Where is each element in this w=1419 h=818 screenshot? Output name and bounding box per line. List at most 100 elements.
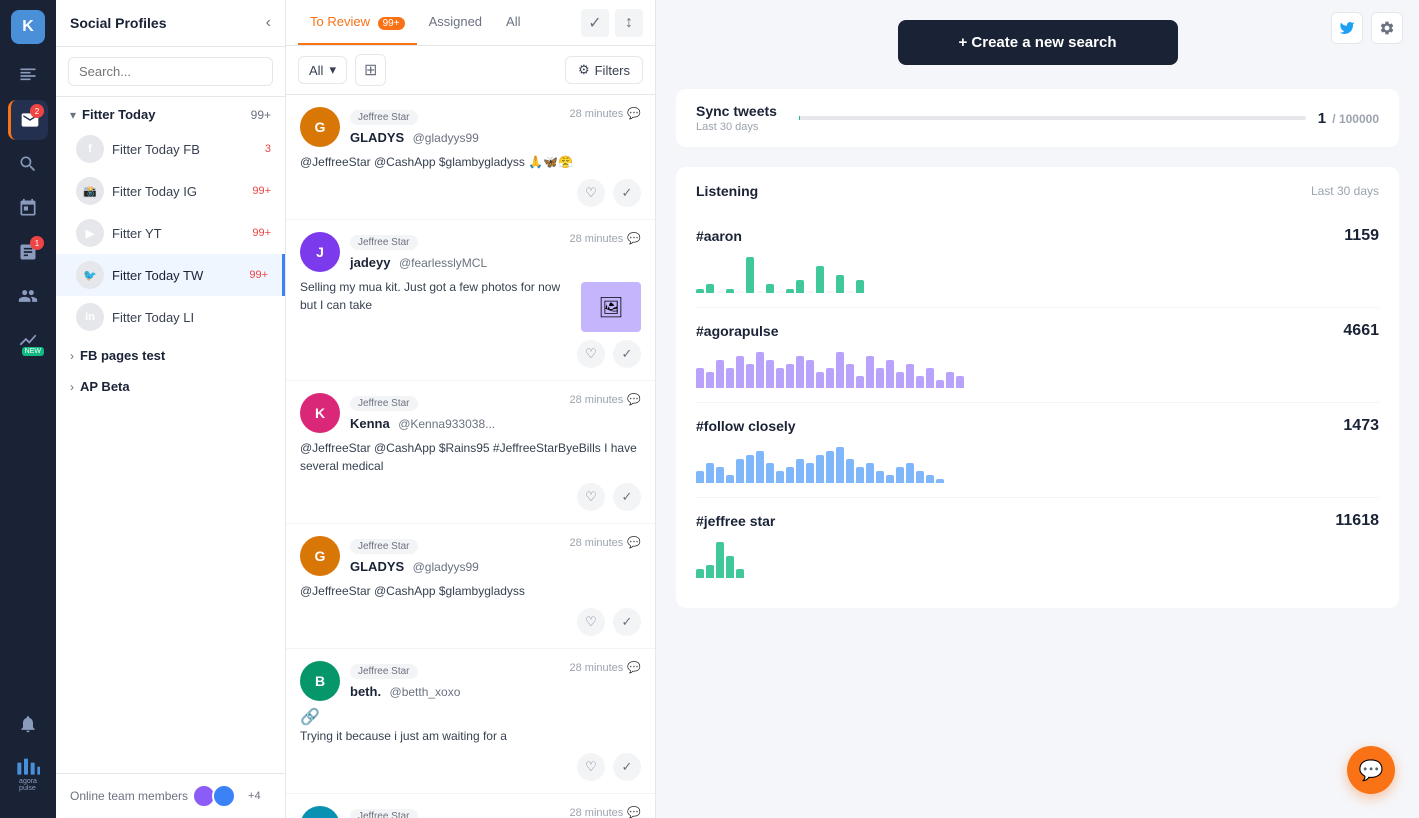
tab-to-review[interactable]: To Review 99+: [298, 0, 417, 45]
like-btn[interactable]: ♡: [577, 608, 605, 636]
check-btn[interactable]: ✓: [613, 608, 641, 636]
feed-actions: ♡ ✓: [300, 179, 641, 207]
user-avatar[interactable]: K: [11, 10, 45, 44]
feed-tabs: To Review 99+ Assigned All ✓ ↕: [286, 0, 655, 46]
sync-section: Sync tweets Last 30 days 1 / 100000: [676, 89, 1399, 147]
like-btn[interactable]: ♡: [577, 753, 605, 781]
feed-tag: Jeffree Star: [350, 235, 418, 250]
nav-search[interactable]: [8, 144, 48, 184]
sidebar-title: Social Profiles: [70, 15, 166, 31]
sync-bar-wrap: [799, 116, 1306, 120]
link-icon: 🔗: [300, 707, 320, 727]
feed-meta: Jeffree Star GLADYS @gladyys99: [350, 107, 559, 147]
feed-item[interactable]: J Jeffree Star jadeyy @fearlesslyMCL 28 …: [286, 220, 655, 381]
chat-bubble[interactable]: 💬: [1347, 746, 1395, 794]
item-name: Fitter Today LI: [112, 310, 263, 325]
feed-time: 28 minutes 💬: [569, 393, 641, 406]
sidebar-collapse-btn[interactable]: ‹: [266, 14, 271, 32]
feed-meta: Jeffree Star Kenna @Kenna933038...: [350, 393, 559, 433]
sort-btn[interactable]: ↕: [615, 9, 643, 37]
feed-meta: Jeffree Star jadeyy @fearlesslyMCL: [350, 232, 559, 272]
sidebar-group-fitter-today: ▾ Fitter Today 99+ f Fitter Today FB 3 📸…: [56, 97, 285, 338]
feed-handle: @Kenna933038...: [398, 417, 495, 431]
feed-tag: Jeffree Star: [350, 396, 418, 411]
feed-avatar: K: [300, 393, 340, 433]
ig-avatar: 📸: [76, 177, 104, 205]
tab-all[interactable]: All: [494, 0, 532, 45]
settings-icon-btn[interactable]: [1371, 12, 1403, 44]
hashtag-name: #jeffree star: [696, 513, 775, 529]
online-team-label: Online team members: [70, 789, 188, 803]
check-btn[interactable]: ✓: [613, 340, 641, 368]
listening-section: Listening Last 30 days #aaron 1159 #agor…: [676, 167, 1399, 608]
like-btn[interactable]: ♡: [577, 179, 605, 207]
to-review-badge: 99+: [378, 17, 405, 30]
feed-handle: @betth_xoxo: [390, 685, 461, 699]
feed-item[interactable]: B Jeffree Star beth. @betth_xoxo 28 minu…: [286, 649, 655, 794]
sidebar-group-header-fitter-today[interactable]: ▾ Fitter Today 99+: [56, 97, 285, 128]
feed-username: beth.: [350, 684, 381, 699]
right-panel: + Create a new search Sync tweets Last 3…: [656, 0, 1419, 818]
sidebar-item-fitter-yt[interactable]: ▶ Fitter YT 99+: [56, 212, 285, 254]
check-btn[interactable]: ✓: [613, 179, 641, 207]
feed-actions: ♡ ✓: [300, 608, 641, 636]
sidebar-item-fitter-today-ig[interactable]: 📸 Fitter Today IG 99+: [56, 170, 285, 212]
feed-filters: All ▾ ⊞ ⚙ Filters: [286, 46, 655, 95]
message-icon: 💬: [627, 661, 641, 674]
sidebar-item-fitter-today-tw[interactable]: 🐦 Fitter Today TW 99+: [56, 254, 285, 296]
sidebar: Social Profiles ‹ ▾ Fitter Today 99+ f F…: [56, 0, 286, 818]
feed-item[interactable]: J Jeffree Star jas @lovurlyy 28 minutes …: [286, 794, 655, 818]
hashtag-card-aaron[interactable]: #aaron 1159: [696, 213, 1379, 308]
check-btn[interactable]: ✓: [613, 483, 641, 511]
like-btn[interactable]: ♡: [577, 483, 605, 511]
like-btn[interactable]: ♡: [577, 340, 605, 368]
feed-handle: @fearlesslyMCL: [399, 256, 487, 270]
sidebar-item-fitter-today-fb[interactable]: f Fitter Today FB 3: [56, 128, 285, 170]
feed-item[interactable]: G Jeffree Star GLADYS @gladyys99 28 minu…: [286, 95, 655, 220]
feed-image: 🖼: [581, 282, 641, 332]
nav-analytics[interactable]: NEW: [8, 320, 48, 360]
item-count: 3: [265, 143, 271, 155]
create-search-btn[interactable]: + Create a new search: [898, 20, 1178, 65]
group-count: 99+: [251, 108, 271, 122]
sidebar-group-header-ap-beta[interactable]: › AP Beta: [56, 369, 285, 400]
feed-tab-actions: ✓ ↕: [581, 9, 643, 37]
nav-compose[interactable]: [8, 56, 48, 96]
filter-all-select[interactable]: All ▾: [298, 56, 347, 84]
grid-view-btn[interactable]: ⊞: [355, 54, 386, 86]
feed-avatar: J: [300, 806, 340, 818]
filters-btn[interactable]: ⚙ Filters: [565, 56, 643, 84]
tw-avatar: 🐦: [76, 261, 104, 289]
check-all-btn[interactable]: ✓: [581, 9, 609, 37]
nav-inbox[interactable]: 2: [8, 100, 48, 140]
tab-assigned[interactable]: Assigned: [417, 0, 494, 45]
feed-handle: @gladyys99: [413, 131, 479, 145]
hashtag-row: #jeffree star 11618: [696, 512, 1379, 530]
sidebar-search-input[interactable]: [68, 57, 273, 86]
nav-notifications[interactable]: [8, 704, 48, 744]
item-count: 99+: [252, 227, 271, 239]
sidebar-item-fitter-today-li[interactable]: in Fitter Today LI: [56, 296, 285, 338]
feed-username: jadeyy: [350, 255, 390, 270]
hashtag-card-jeffree-star[interactable]: #jeffree star 11618: [696, 498, 1379, 592]
nav-rail: K 2 1 NEW agorapulse: [0, 0, 56, 818]
sidebar-footer[interactable]: Online team members +4: [56, 773, 285, 818]
nav-team[interactable]: [8, 276, 48, 316]
hashtag-count: 4661: [1343, 322, 1379, 340]
nav-reports[interactable]: 1: [8, 232, 48, 272]
feed-item[interactable]: G Jeffree Star GLADYS @gladyys99 28 minu…: [286, 524, 655, 649]
twitter-icon-btn[interactable]: [1331, 12, 1363, 44]
sidebar-group-header-fb-pages[interactable]: › FB pages test: [56, 338, 285, 369]
new-badge: NEW: [22, 347, 44, 356]
listening-period: Last 30 days: [1311, 184, 1379, 198]
check-btn[interactable]: ✓: [613, 753, 641, 781]
li-avatar: in: [76, 303, 104, 331]
hashtag-card-follow-closely[interactable]: #follow closely 1473: [696, 403, 1379, 498]
feed-time: 28 minutes 💬: [569, 536, 641, 549]
hashtag-card-agorapulse[interactable]: #agorapulse 4661: [696, 308, 1379, 403]
feed-item[interactable]: K Jeffree Star Kenna @Kenna933038... 28 …: [286, 381, 655, 524]
feed-avatar: J: [300, 232, 340, 272]
nav-calendar[interactable]: [8, 188, 48, 228]
feed-tag: Jeffree Star: [350, 539, 418, 554]
hashtag-count: 1159: [1344, 227, 1379, 245]
